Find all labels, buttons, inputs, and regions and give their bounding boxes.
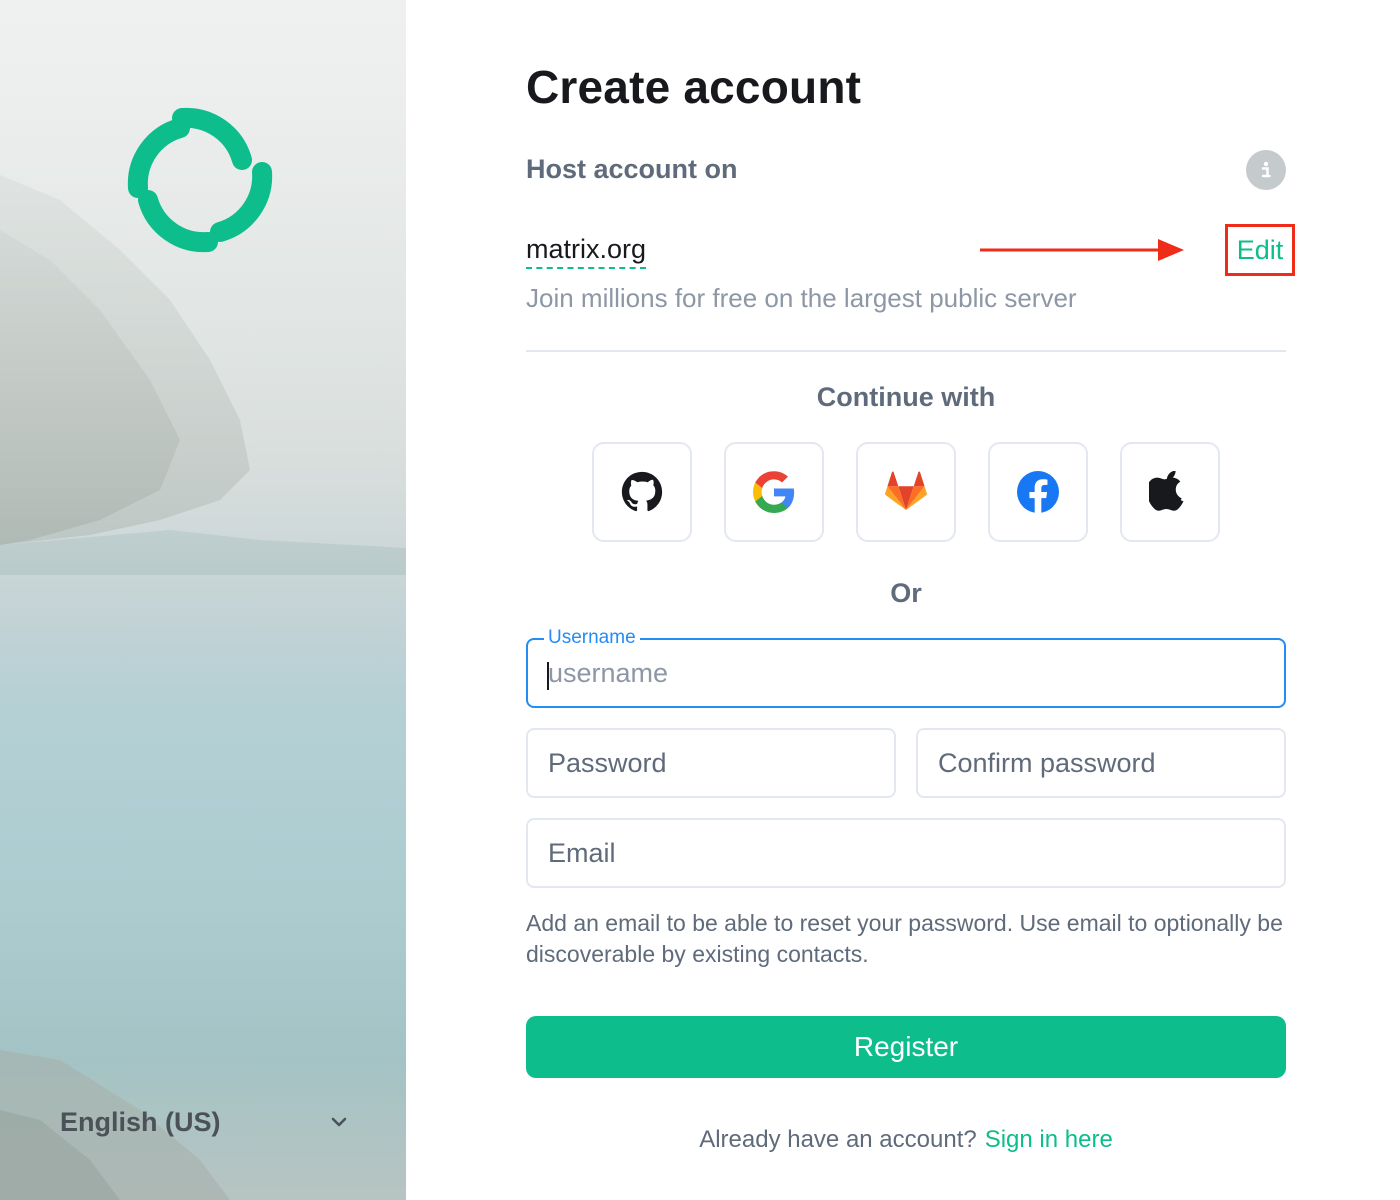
email-field	[526, 818, 1286, 888]
language-selector[interactable]: English (US)	[60, 1100, 350, 1144]
chevron-down-icon	[331, 1117, 347, 1127]
email-input[interactable]	[528, 820, 1284, 886]
server-name: matrix.org	[526, 234, 647, 269]
text-caret	[547, 662, 549, 690]
github-sso-button[interactable]	[592, 442, 692, 542]
confirm-password-field	[916, 728, 1286, 798]
edit-server-link[interactable]: Edit	[1237, 235, 1284, 266]
facebook-icon	[1017, 471, 1059, 513]
or-divider-label: Or	[890, 578, 922, 608]
apple-sso-button[interactable]	[1120, 442, 1220, 542]
username-label: Username	[544, 627, 640, 649]
server-description: Join millions for free on the largest pu…	[526, 283, 1077, 313]
github-icon	[621, 471, 663, 512]
email-help-text: Add an email to be able to reset your pa…	[526, 910, 1283, 967]
confirm-password-input[interactable]	[918, 730, 1284, 796]
signin-prompt-text: Already have an account?	[699, 1126, 977, 1153]
page-title: Create account	[526, 61, 862, 113]
info-icon[interactable]	[1246, 150, 1286, 190]
annotation-arrow	[980, 239, 1184, 261]
annotation-highlight-box: Edit	[1225, 224, 1295, 276]
signin-prompt: Already have an account? Sign in here	[526, 1126, 1286, 1154]
sso-buttons	[592, 442, 1220, 542]
username-field: Username	[526, 627, 1286, 708]
google-icon	[753, 471, 795, 513]
divider	[526, 350, 1286, 352]
language-label: English (US)	[60, 1106, 221, 1137]
signin-link[interactable]: Sign in here	[985, 1126, 1113, 1153]
continue-with-label: Continue with	[816, 382, 996, 412]
background-panel: English (US)	[0, 0, 406, 1200]
apple-icon	[1149, 471, 1184, 511]
facebook-sso-button[interactable]	[988, 442, 1088, 542]
password-field	[526, 728, 896, 798]
gitlab-icon	[885, 471, 927, 511]
gitlab-sso-button[interactable]	[856, 442, 956, 542]
password-input[interactable]	[528, 730, 894, 796]
username-input[interactable]	[528, 640, 1284, 706]
registration-form: Create account Host account on matrix.or…	[526, 0, 1295, 1200]
register-button[interactable]: Register	[526, 1016, 1286, 1078]
google-sso-button[interactable]	[724, 442, 824, 542]
element-logo-icon	[127, 107, 273, 253]
host-account-label: Host account on	[526, 154, 738, 184]
